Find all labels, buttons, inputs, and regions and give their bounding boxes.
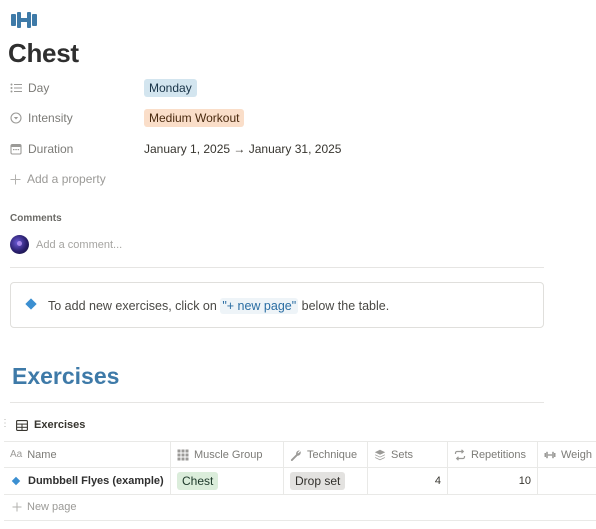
column-header-technique[interactable]: Technique xyxy=(284,442,368,467)
callout: To add new exercises, click on "+ new pa… xyxy=(10,282,544,328)
property-day[interactable]: Day Monday xyxy=(10,77,550,99)
property-label-duration: Duration xyxy=(10,142,144,156)
cell-sets[interactable]: 4 xyxy=(368,468,448,494)
column-label: Muscle Group xyxy=(194,448,263,461)
cell-technique[interactable]: Drop set xyxy=(284,468,368,494)
cell-weight[interactable] xyxy=(538,468,596,494)
plus-icon xyxy=(10,174,21,184)
calendar-icon xyxy=(10,143,22,155)
callout-prefix: To add new exercises, click on xyxy=(48,299,221,313)
repeat-icon xyxy=(454,448,466,461)
layers-icon xyxy=(374,449,386,460)
comment-composer[interactable]: Add a comment... xyxy=(10,235,122,254)
select-icon xyxy=(10,112,22,124)
property-label-text: Intensity xyxy=(28,111,73,125)
divider xyxy=(10,402,544,403)
table-icon xyxy=(16,419,28,431)
database-title-text: Exercises xyxy=(34,419,86,431)
cell-name[interactable]: Dumbbell Flyes (example) xyxy=(4,468,171,494)
property-label-text: Duration xyxy=(28,142,74,156)
property-label-day: Day xyxy=(10,81,144,95)
plus-icon xyxy=(12,502,22,512)
column-header-weight[interactable]: Weigh xyxy=(538,442,596,467)
new-page-label: New page xyxy=(27,501,77,513)
property-intensity[interactable]: Intensity Medium Workout xyxy=(10,107,550,129)
row-name-text: Dumbbell Flyes (example) xyxy=(28,475,164,487)
callout-text: To add new exercises, click on "+ new pa… xyxy=(48,298,390,314)
dumbbell-icon xyxy=(544,451,556,458)
cell-repetitions[interactable]: 10 xyxy=(448,468,538,494)
day-tag[interactable]: Monday xyxy=(144,79,197,97)
wrench-icon xyxy=(290,449,301,461)
divider xyxy=(10,267,544,268)
table-row[interactable]: Dumbbell Flyes (example) Chest Drop set … xyxy=(4,468,596,495)
page-title[interactable]: Chest xyxy=(8,38,79,69)
table-header: Aa Name Muscle Group Technique Sets Repe… xyxy=(4,441,596,468)
column-header-name[interactable]: Aa Name xyxy=(4,442,171,467)
database-title[interactable]: Exercises xyxy=(16,419,85,431)
dumbbell-icon xyxy=(11,12,37,28)
property-duration[interactable]: Duration January 1, 2025 → January 31, 2… xyxy=(10,138,550,160)
column-label: Sets xyxy=(391,448,414,461)
cell-muscle-group[interactable]: Chest xyxy=(171,468,284,494)
column-header-muscle-group[interactable]: Muscle Group xyxy=(171,442,284,467)
diamond-icon xyxy=(11,476,21,486)
property-label-intensity: Intensity xyxy=(10,111,144,125)
callout-suffix: below the table. xyxy=(298,299,390,313)
comments-heading: Comments xyxy=(10,213,62,224)
comment-input[interactable]: Add a comment... xyxy=(36,239,122,251)
avatar xyxy=(10,235,29,254)
muscle-group-tag: Chest xyxy=(177,472,219,490)
divider xyxy=(4,520,596,521)
callout-code: "+ new page" xyxy=(220,298,299,314)
column-label: Name xyxy=(27,448,57,461)
list-icon xyxy=(10,83,22,93)
column-label: Repetitions xyxy=(471,448,527,461)
drag-handle-icon[interactable]: ⋮ xyxy=(0,419,10,429)
column-label: Weigh xyxy=(561,448,592,461)
technique-tag: Drop set xyxy=(290,472,346,490)
exercises-table: Aa Name Muscle Group Technique Sets Repe… xyxy=(4,441,596,495)
add-property-button[interactable]: Add a property xyxy=(10,172,106,186)
section-heading: Exercises xyxy=(12,363,120,389)
grid-icon xyxy=(177,449,189,460)
column-label: Technique xyxy=(307,448,358,461)
column-header-sets[interactable]: Sets xyxy=(368,442,448,467)
diamond-icon xyxy=(25,298,37,310)
intensity-tag[interactable]: Medium Workout xyxy=(144,109,245,127)
property-label-text: Day xyxy=(28,81,50,95)
new-page-button[interactable]: New page xyxy=(12,501,77,513)
duration-value[interactable]: January 1, 2025 → January 31, 2025 xyxy=(144,142,341,156)
add-property-label: Add a property xyxy=(27,172,106,186)
aa-icon: Aa xyxy=(10,449,23,460)
column-header-repetitions[interactable]: Repetitions xyxy=(448,442,538,467)
